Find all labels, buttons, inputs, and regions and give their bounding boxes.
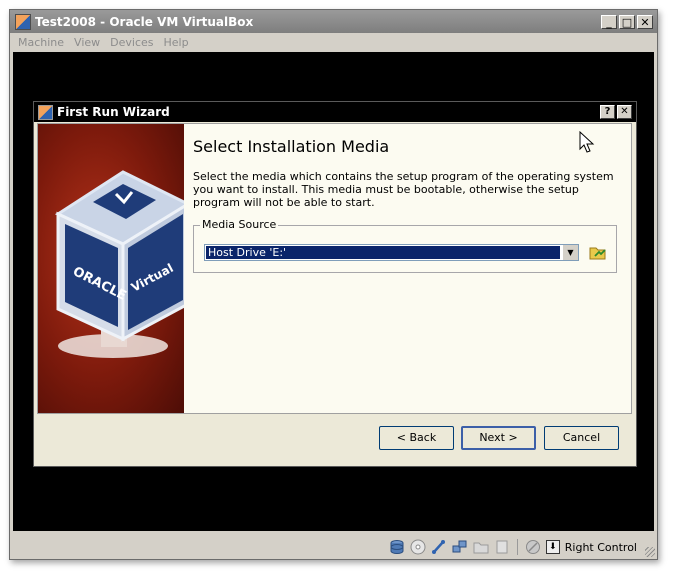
virtualbox-logo-image: ORACLE Virtual <box>38 124 184 413</box>
wizard-footer: < Back Next > Cancel <box>34 414 636 466</box>
usb-icon[interactable] <box>431 539 447 555</box>
menu-machine[interactable]: Machine <box>18 36 64 49</box>
close-button[interactable]: ✕ <box>637 14 653 29</box>
menu-devices[interactable]: Devices <box>110 36 153 49</box>
first-run-wizard-dialog: First Run Wizard ? ✕ ORACLE Virtual Sele… <box>33 101 637 467</box>
maximize-button[interactable]: □ <box>619 14 635 29</box>
browse-folder-icon[interactable] <box>589 244 607 261</box>
window-title: Test2008 - Oracle VM VirtualBox <box>35 14 254 29</box>
resize-grip[interactable] <box>645 547 655 557</box>
virtualbox-app-icon <box>15 13 31 30</box>
wizard-body: ORACLE Virtual Select Installation Media… <box>37 123 632 414</box>
window-titlebar[interactable]: Test2008 - Oracle VM VirtualBox _ □ ✕ <box>10 10 657 33</box>
media-source-group: Media Source Host Drive 'E:' ▼ <box>193 218 617 273</box>
mouse-cursor-icon <box>579 130 595 155</box>
help-button[interactable]: ? <box>600 105 615 119</box>
capture-icon[interactable] <box>494 539 510 555</box>
back-button[interactable]: < Back <box>379 426 454 450</box>
cd-icon[interactable] <box>410 539 426 555</box>
wizard-close-button[interactable]: ✕ <box>617 105 632 119</box>
wizard-title: First Run Wizard <box>57 105 170 119</box>
wizard-app-icon <box>38 104 53 120</box>
chevron-down-icon[interactable]: ▼ <box>562 245 578 260</box>
status-separator <box>516 539 518 555</box>
network-icon[interactable] <box>452 539 468 555</box>
host-key-icon: ⬇ <box>545 540 560 554</box>
media-source-select[interactable]: Host Drive 'E:' ▼ <box>204 244 579 261</box>
wizard-controls: ? ✕ <box>600 105 632 119</box>
menu-help[interactable]: Help <box>164 36 189 49</box>
media-selected-value: Host Drive 'E:' <box>206 246 560 259</box>
window-controls: _ □ ✕ <box>601 14 653 29</box>
cancel-button[interactable]: Cancel <box>544 426 619 450</box>
host-key-label: Right Control <box>564 540 637 554</box>
statusbar: ⬇ Right Control <box>10 535 657 559</box>
next-button[interactable]: Next > <box>461 426 536 450</box>
mouse-integration-icon[interactable] <box>525 539 541 555</box>
menubar: Machine View Devices Help <box>10 33 657 51</box>
wizard-titlebar[interactable]: First Run Wizard ? ✕ <box>34 102 636 122</box>
media-source-label: Media Source <box>200 218 279 231</box>
minimize-button[interactable]: _ <box>601 14 617 29</box>
menu-view[interactable]: View <box>74 36 100 49</box>
page-title: Select Installation Media <box>193 137 390 156</box>
hard-disk-icon[interactable] <box>389 539 405 555</box>
wizard-content: Select Installation Media Select the med… <box>193 124 621 273</box>
shared-folder-icon[interactable] <box>473 539 489 555</box>
page-description: Select the media which contains the setu… <box>193 170 614 209</box>
